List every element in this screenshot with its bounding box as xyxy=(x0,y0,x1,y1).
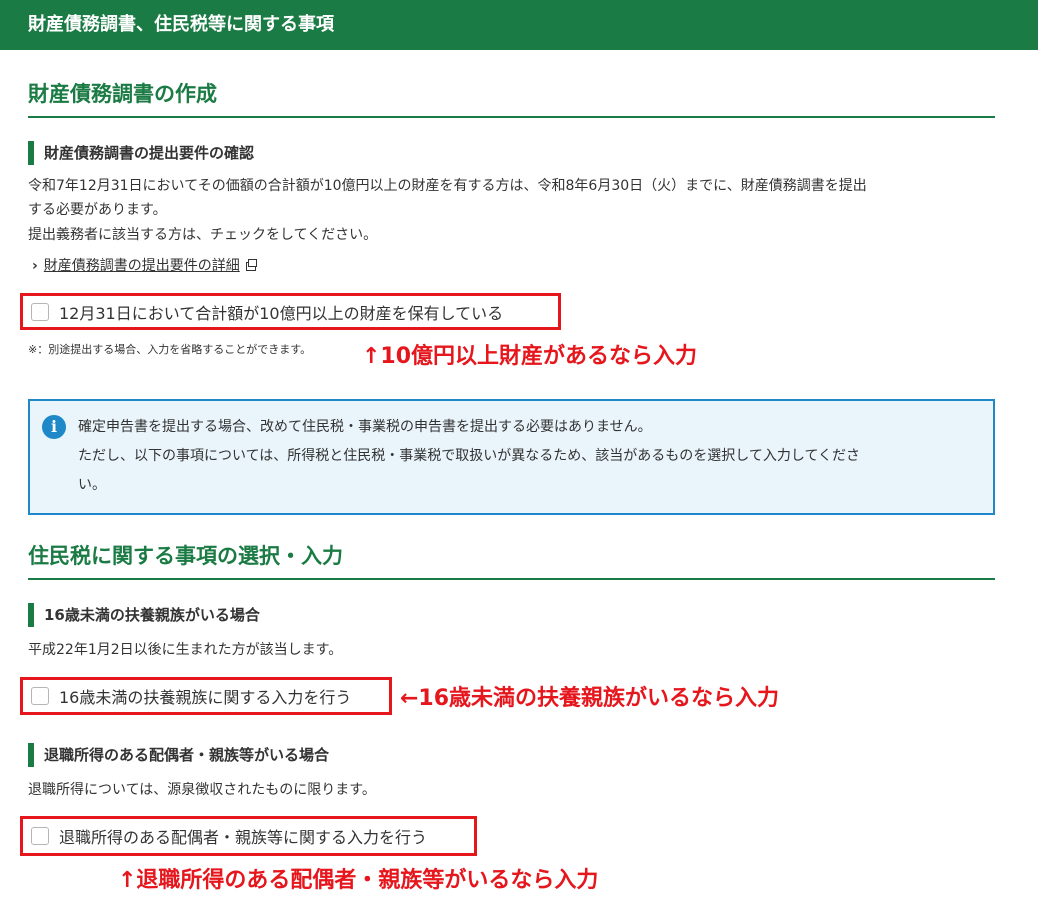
dependents-checkbox[interactable] xyxy=(31,687,49,705)
info-text-3: い。 xyxy=(78,477,106,493)
annotation-asset: ↑10億円以上財産があるなら入力 xyxy=(362,344,698,369)
annotation-dependents: ←16歳未満の扶養親族がいるなら入力 xyxy=(400,686,780,711)
asset-ownership-checkbox[interactable] xyxy=(31,302,49,321)
subtitle-retirement-income: 退職所得のある配偶者・親族等がいる場合 xyxy=(28,743,329,767)
chevron-right-icon: › xyxy=(32,258,38,274)
dependents-note: 平成22年1月2日以後に生まれた方が該当します。 xyxy=(28,642,343,658)
info-text-1: 確定申告書を提出する場合、改めて住民税・事業税の申告書を提出する必要はありません… xyxy=(78,419,652,435)
dependents-checkbox-label: 16歳未満の扶養親族に関する入力を行う xyxy=(59,688,352,707)
retirement-checkbox[interactable] xyxy=(31,827,49,845)
filing-requirement-text-1: 令和7年12月31日においてその価額の合計額が10億円以上の財産を有する方は、令… xyxy=(28,178,867,194)
section-title-asset-report: 財産債務調書の作成 xyxy=(28,80,995,118)
dependents-checkbox-row[interactable]: 16歳未満の扶養親族に関する入力を行う xyxy=(20,677,392,715)
subtitle-dependents-under-16: 16歳未満の扶養親族がいる場合 xyxy=(28,603,260,627)
subtitle-filing-requirements: 財産債務調書の提出要件の確認 xyxy=(28,141,254,165)
external-link-icon xyxy=(245,258,257,271)
retirement-checkbox-row[interactable]: 退職所得のある配偶者・親族等に関する入力を行う xyxy=(20,816,477,856)
filing-requirement-text-2: する必要があります。 xyxy=(28,202,167,218)
section-title-resident-tax: 住民税に関する事項の選択・入力 xyxy=(28,542,995,580)
info-icon: i xyxy=(42,415,66,439)
annotation-retirement: ↑退職所得のある配偶者・親族等がいるなら入力 xyxy=(118,868,599,893)
page-header: 財産債務調書、住民税等に関する事項 xyxy=(0,0,1038,50)
filing-requirements-detail-link[interactable]: › 財産債務調書の提出要件の詳細 xyxy=(32,256,257,276)
asset-ownership-checkbox-label: 12月31日において合計額が10億円以上の財産を保有している xyxy=(59,303,504,323)
asset-ownership-checkbox-row[interactable]: 12月31日において合計額が10億円以上の財産を保有している xyxy=(20,293,561,330)
info-box: i 確定申告書を提出する場合、改めて住民税・事業税の申告書を提出する必要はありま… xyxy=(28,399,995,515)
filing-requirements-detail-link-label: 財産債務調書の提出要件の詳細 xyxy=(43,258,240,274)
omission-note: ※：別途提出する場合、入力を省略することができます。 xyxy=(28,343,312,356)
info-text-2: ただし、以下の事項については、所得税と住民税・事業税で取扱いが異なるため、該当が… xyxy=(78,448,861,464)
filing-requirement-text-3: 提出義務者に該当する方は、チェックをしてください。 xyxy=(28,227,378,243)
retirement-checkbox-label: 退職所得のある配偶者・親族等に関する入力を行う xyxy=(59,828,428,847)
retirement-note: 退職所得については、源泉徴収されたものに限ります。 xyxy=(28,782,376,798)
